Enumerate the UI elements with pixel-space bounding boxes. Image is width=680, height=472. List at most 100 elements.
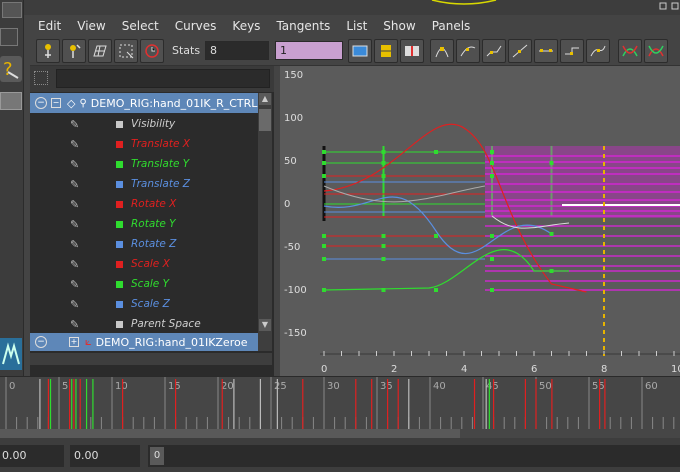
time-icon[interactable] bbox=[140, 39, 164, 63]
background-toolbar: ? bbox=[0, 0, 24, 380]
menu-edit[interactable]: Edit bbox=[30, 19, 69, 33]
key-insert-icon[interactable] bbox=[62, 39, 86, 63]
channel-color-swatch bbox=[116, 160, 123, 168]
y-tick-label: 0 bbox=[284, 199, 290, 210]
pin-icon[interactable]: ✎ bbox=[70, 158, 116, 171]
time-slider[interactable]: 0 5 10 15 20 25 30 35 40 45 50 55 60 bbox=[0, 376, 680, 439]
lattice-icon[interactable] bbox=[88, 39, 112, 63]
x-tick-label: 2 bbox=[391, 364, 397, 375]
outliner-node-selected[interactable]: − − ◇ ⚲ DEMO_RIG:hand_01IK_R_CTRL bbox=[30, 93, 258, 113]
y-tick-label: 50 bbox=[284, 156, 297, 167]
graph-outliner: − − ◇ ⚲ DEMO_RIG:hand_01IK_R_CTRL ✎ Visib… bbox=[30, 66, 274, 376]
outliner-node[interactable]: − + ⟀ DEMO_RIG:hand_01IKZeroe bbox=[30, 333, 258, 351]
attribute-row[interactable]: ✎ Scale X bbox=[30, 254, 258, 274]
start-time-field[interactable]: 0.00 bbox=[0, 445, 64, 467]
clamped-tangent-icon[interactable] bbox=[482, 39, 506, 63]
graph-view[interactable]: 150 100 50 0 -50 -100 -150 0 2 4 6 8 10 bbox=[280, 66, 680, 376]
graph-editor-toolbar: Stats 8 1 bbox=[30, 36, 680, 66]
range-slider[interactable]: 0 bbox=[148, 445, 680, 467]
pin-icon[interactable]: ✎ bbox=[70, 258, 116, 271]
attribute-row[interactable]: ✎ Rotate Z bbox=[30, 234, 258, 254]
expand-box-icon[interactable]: − bbox=[51, 98, 61, 108]
buffer-curve-icon[interactable] bbox=[618, 39, 642, 63]
key-move-icon[interactable] bbox=[36, 39, 60, 63]
scroll-thumb[interactable] bbox=[259, 109, 271, 131]
auto-tangent-icon[interactable] bbox=[430, 39, 454, 63]
pin-icon[interactable]: ✎ bbox=[70, 278, 116, 291]
attribute-row[interactable]: ✎ Translate Z bbox=[30, 174, 258, 194]
pin-icon[interactable]: ✎ bbox=[70, 298, 116, 311]
pin-icon[interactable]: ✎ bbox=[70, 218, 116, 231]
frame-all-icon[interactable] bbox=[348, 39, 372, 63]
node-label: DEMO_RIG:hand_01IKZeroe bbox=[95, 335, 248, 349]
region-icon[interactable] bbox=[114, 39, 138, 63]
playback-start-field[interactable]: 0.00 bbox=[70, 445, 140, 467]
x-tick-label: 10 bbox=[671, 364, 680, 375]
attribute-row[interactable]: ✎ Translate Y bbox=[30, 154, 258, 174]
attribute-label: Translate X bbox=[131, 138, 190, 150]
attribute-row[interactable]: ✎ Rotate X bbox=[30, 194, 258, 214]
pin-icon[interactable]: ✎ bbox=[70, 318, 116, 331]
folder-icon[interactable] bbox=[0, 92, 22, 110]
menu-list[interactable]: List bbox=[338, 19, 375, 33]
tangent-break-icon[interactable] bbox=[644, 39, 668, 63]
outliner-filter bbox=[30, 66, 274, 92]
menu-show[interactable]: Show bbox=[375, 19, 423, 33]
flat-tangent-icon[interactable] bbox=[534, 39, 558, 63]
attribute-row[interactable]: ✎ Scale Y bbox=[30, 274, 258, 294]
frame-playback-icon[interactable] bbox=[374, 39, 398, 63]
pin-icon[interactable]: ✎ bbox=[70, 178, 116, 191]
menu-curves[interactable]: Curves bbox=[167, 19, 225, 33]
outliner-hscrollbar[interactable] bbox=[30, 353, 272, 365]
lasso-tool-icon[interactable]: ? bbox=[0, 56, 22, 82]
outliner-scrollbar[interactable]: ▲ ▼ bbox=[258, 93, 272, 351]
menu-view[interactable]: View bbox=[69, 19, 113, 33]
pin-icon[interactable]: ✎ bbox=[70, 238, 116, 251]
stats-field[interactable]: 8 bbox=[205, 41, 269, 60]
linear-tangent-icon[interactable] bbox=[508, 39, 532, 63]
scroll-up-icon[interactable]: ▲ bbox=[259, 93, 271, 105]
plateau-tangent-icon[interactable] bbox=[586, 39, 610, 63]
scroll-down-icon[interactable]: ▼ bbox=[259, 319, 271, 331]
channel-color-swatch bbox=[116, 220, 123, 228]
menu-keys[interactable]: Keys bbox=[224, 19, 268, 33]
attribute-row[interactable]: ✎ Translate X bbox=[30, 134, 258, 154]
timeline-label: 0 bbox=[9, 381, 15, 392]
pin-icon[interactable]: ✎ bbox=[70, 118, 116, 131]
attribute-row[interactable]: ✎ Parent Space bbox=[30, 314, 258, 334]
key-point bbox=[381, 161, 386, 165]
center-icon[interactable] bbox=[400, 39, 424, 63]
y-tick-label: -50 bbox=[284, 242, 300, 253]
step-tangent-icon[interactable] bbox=[560, 39, 584, 63]
expand-box-icon[interactable]: + bbox=[69, 337, 79, 347]
svg-text:?: ? bbox=[3, 59, 13, 80]
value-field[interactable]: 1 bbox=[275, 41, 343, 60]
search-input[interactable] bbox=[56, 69, 270, 88]
pin-icon[interactable]: ✎ bbox=[70, 198, 116, 211]
pin-icon[interactable]: ✎ bbox=[70, 138, 116, 151]
graph-icon[interactable] bbox=[2, 2, 22, 18]
spline-tangent-icon[interactable] bbox=[456, 39, 480, 63]
key-point bbox=[322, 161, 326, 165]
curve-canvas[interactable]: 150 100 50 0 -50 -100 -150 0 2 4 6 8 10 bbox=[280, 66, 680, 376]
menu-select[interactable]: Select bbox=[114, 19, 167, 33]
range-handle[interactable]: 0 bbox=[150, 447, 164, 465]
attribute-row[interactable]: ✎ Rotate Y bbox=[30, 214, 258, 234]
attribute-label: Rotate Z bbox=[131, 238, 177, 250]
key-point bbox=[490, 174, 494, 178]
node-label: DEMO_RIG:hand_01IK_R_CTRL bbox=[90, 96, 258, 110]
attribute-row[interactable]: ✎ Visibility bbox=[30, 114, 258, 134]
collapse-icon[interactable]: − bbox=[35, 336, 47, 348]
menu-panels[interactable]: Panels bbox=[424, 19, 479, 33]
diamond-icon: ◇ bbox=[67, 96, 76, 110]
transform-icon: ⚲ bbox=[79, 97, 87, 109]
key-point bbox=[549, 269, 554, 273]
select-icon[interactable] bbox=[0, 28, 18, 46]
filter-icon[interactable] bbox=[34, 71, 48, 85]
key-point bbox=[434, 234, 438, 238]
collapse-icon[interactable]: − bbox=[35, 97, 47, 109]
menu-tangents[interactable]: Tangents bbox=[268, 19, 338, 33]
timeline-canvas[interactable]: 0 5 10 15 20 25 30 35 40 45 50 55 60 bbox=[0, 377, 680, 439]
attribute-row[interactable]: ✎ Scale Z bbox=[30, 294, 258, 314]
channel-color-swatch bbox=[116, 140, 123, 148]
